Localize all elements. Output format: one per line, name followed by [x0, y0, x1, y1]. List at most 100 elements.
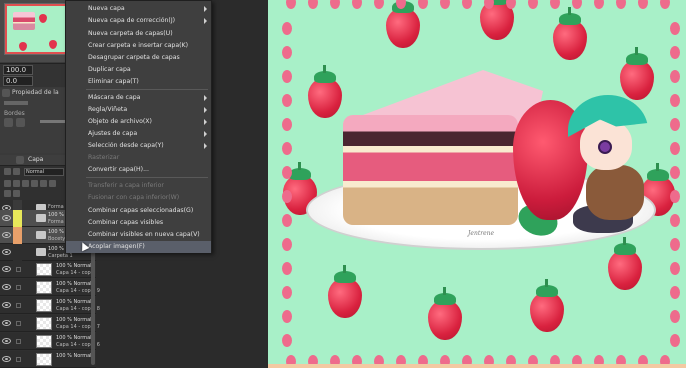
polka-dot [286, 0, 296, 9]
folder-icon[interactable] [36, 248, 46, 256]
menu-item[interactable]: Nueva capa [66, 3, 211, 15]
polka-dot [670, 22, 680, 35]
layer-settings-icon[interactable] [13, 168, 20, 175]
layer-color-tag [13, 244, 22, 261]
lock-icon[interactable] [16, 339, 21, 344]
layer-row[interactable]: 100 % Normal Capa 14 - copia [0, 261, 96, 278]
property-slider[interactable] [40, 120, 68, 123]
menu-item[interactable]: Crear carpeta e insertar capa(K) [66, 40, 211, 52]
menu-item[interactable]: Combinar visibles en nueva capa(V) [66, 229, 211, 241]
menu-item[interactable]: Selección desde capa(Y) [66, 140, 211, 152]
layer-mono-icon[interactable] [16, 118, 25, 127]
layer-row[interactable]: 100 % Normal Capa 14 - copia 7 [0, 315, 100, 332]
visibility-eye-icon[interactable] [2, 266, 11, 272]
submenu-arrow-icon [204, 119, 207, 125]
strawberry [328, 265, 362, 318]
polka-dot [374, 0, 384, 9]
chibi-body [586, 165, 644, 220]
menu-item[interactable]: Nueva capa de corrección(J) [66, 15, 211, 27]
polka-dot [330, 0, 340, 9]
menu-item[interactable]: Duplicar capa [66, 64, 211, 76]
new-folder-icon[interactable] [22, 180, 29, 187]
lock-icon[interactable] [16, 303, 21, 308]
menu-item[interactable]: Máscara de capa [66, 92, 211, 104]
menu-item[interactable]: Regla/Viñeta [66, 104, 211, 116]
menu-item[interactable]: Combinar capas visibles [66, 217, 211, 229]
visibility-eye-icon[interactable] [2, 338, 11, 344]
layer-thumbnail [36, 299, 52, 312]
polka-dot [282, 142, 292, 155]
navigator-thumbnail[interactable] [4, 3, 68, 55]
lock-icon[interactable] [16, 321, 21, 326]
folder-icon[interactable] [36, 214, 46, 222]
polka-dot [670, 118, 680, 131]
menu-item[interactable]: Convertir capa(H)... [66, 164, 211, 176]
layer-row[interactable]: 100 % Normal Capa 14 - copia 9 [0, 279, 100, 296]
property-tab-label[interactable]: Propiedad de la [12, 89, 59, 96]
delete-layer-icon[interactable] [13, 190, 20, 197]
lock-layer-icon[interactable] [40, 180, 47, 187]
menu-item[interactable]: Combinar capas seleccionadas(G) [66, 205, 211, 217]
menu-item[interactable]: Nueva carpeta de capas(U) [66, 28, 211, 40]
layer-thumbnail [36, 335, 52, 348]
lock-icon[interactable] [16, 285, 21, 290]
polka-dot [282, 166, 292, 179]
new-raster-layer-icon[interactable] [4, 180, 11, 187]
polka-dot [670, 190, 680, 203]
visibility-eye-icon[interactable] [2, 356, 11, 362]
visibility-eye-icon[interactable] [2, 320, 11, 326]
visibility-eye-icon[interactable] [2, 302, 11, 308]
strawberry [308, 65, 342, 118]
polka-dot [616, 0, 626, 9]
polka-dot [282, 334, 292, 347]
polka-dot [440, 0, 450, 9]
lock-icon[interactable] [16, 267, 21, 272]
merge-layer-icon[interactable] [4, 190, 11, 197]
menu-item[interactable]: Desagrupar carpeta de capas [66, 52, 211, 64]
menu-item[interactable]: Ajustes de capa [66, 128, 211, 140]
polka-dot [670, 94, 680, 107]
menu-item[interactable]: Eliminar capa(T) [66, 76, 211, 88]
polka-dot [638, 0, 648, 9]
zoom-input[interactable] [3, 65, 33, 75]
polka-dot [418, 0, 428, 9]
canvas[interactable]: Jentrene [268, 0, 686, 368]
polka-dot [670, 46, 680, 59]
polka-dot [308, 0, 318, 9]
rotation-input[interactable] [3, 76, 33, 86]
navigator-view-frame[interactable] [5, 4, 67, 54]
polka-dot [670, 214, 680, 227]
mask-icon[interactable] [49, 180, 56, 187]
layer-opacity: 100 % Normal [56, 335, 92, 341]
polka-dot [670, 142, 680, 155]
lock-icon[interactable] [16, 357, 21, 362]
menu-item[interactable]: Transferir a capa inferior [66, 180, 211, 192]
polka-dot [670, 286, 680, 299]
layer-row[interactable]: 100 % Normal Capa 14 - copia 8 [0, 297, 100, 314]
visibility-eye-icon[interactable] [2, 215, 11, 221]
folder-icon[interactable] [36, 231, 46, 239]
layer-color-tag [13, 210, 22, 227]
workspace-background [212, 0, 268, 368]
layer-opacity: 100 % [48, 229, 64, 235]
visibility-eye-icon[interactable] [2, 249, 11, 255]
visibility-eye-icon[interactable] [2, 232, 11, 238]
menu-item[interactable]: Objeto de archivo(X) [66, 116, 211, 128]
clip-layer-icon[interactable] [31, 180, 38, 187]
polka-dot [670, 70, 680, 83]
menu-item[interactable]: Rasterizar [66, 152, 211, 164]
layer-property-icon[interactable] [4, 168, 11, 175]
cake-slice [343, 115, 518, 225]
polka-dot [282, 70, 292, 83]
layer-color-icon[interactable] [4, 118, 13, 127]
layer-opacity: 100 % [48, 246, 64, 252]
submenu-arrow-icon [204, 107, 207, 113]
menu-item[interactable]: Fusionar con capa inferior(W) [66, 192, 211, 204]
visibility-eye-icon[interactable] [2, 284, 11, 290]
polka-dot [670, 238, 680, 251]
layer-row[interactable]: 100 % Normal Capa 14 - copia 6 [0, 333, 100, 350]
layer-row[interactable]: 100 % Normal [0, 351, 96, 368]
polka-dot [670, 262, 680, 275]
new-vector-layer-icon[interactable] [13, 180, 20, 187]
blend-mode-select[interactable]: Normal [24, 168, 64, 176]
